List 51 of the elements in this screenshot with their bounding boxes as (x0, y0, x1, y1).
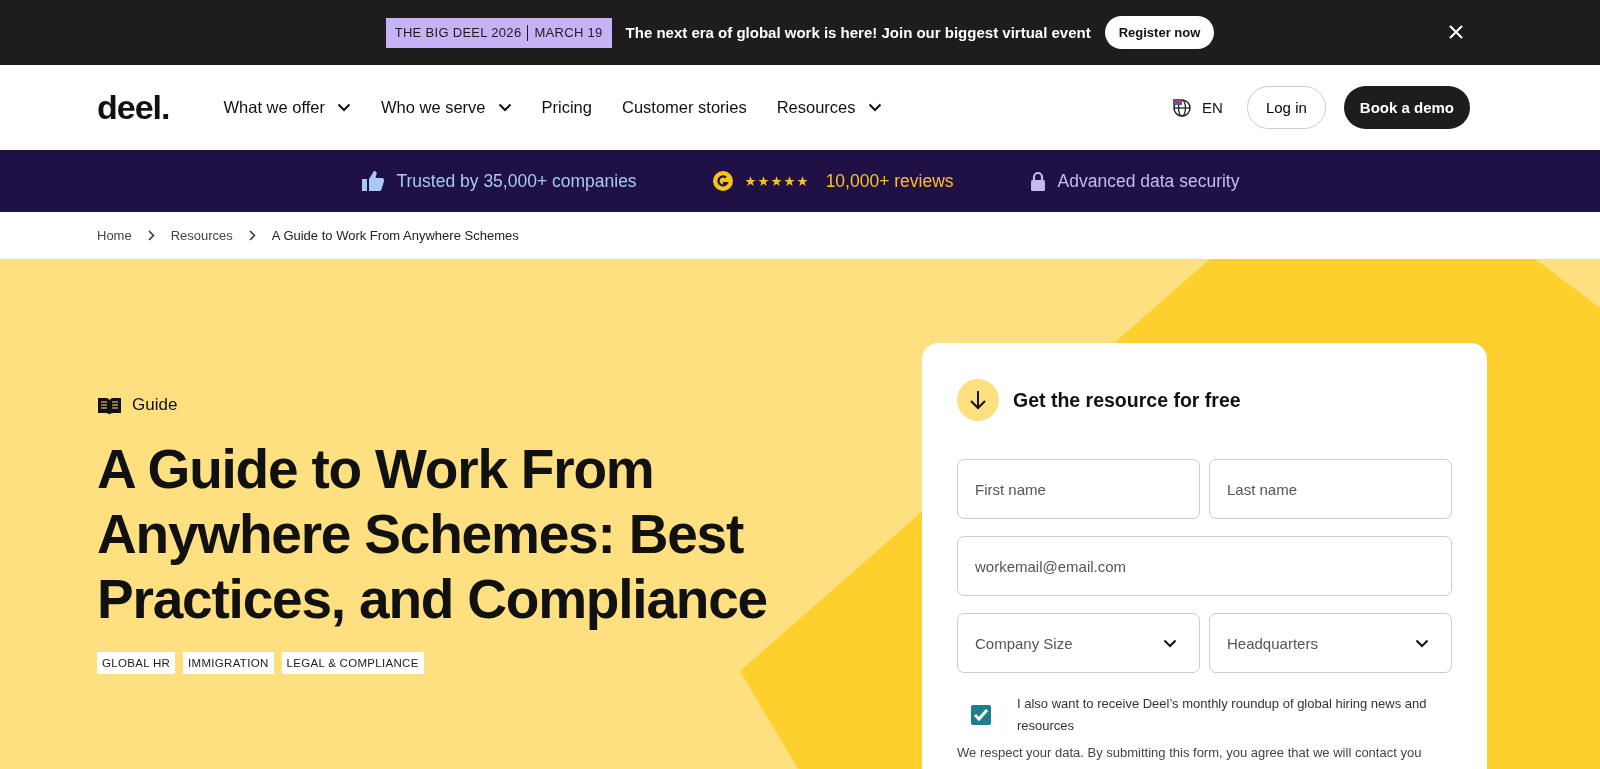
chevron-right-icon (147, 230, 155, 241)
input-field[interactable]: First name (957, 459, 1200, 519)
logo[interactable]: deel. (97, 88, 170, 127)
breadcrumb-link[interactable]: A Guide to Work From Anywhere Schemes (271, 228, 519, 243)
globe-icon[interactable] (1172, 97, 1193, 118)
input-field[interactable]: workemail@email.com (957, 536, 1452, 596)
dropdown-field[interactable]: Headquarters (1209, 613, 1452, 673)
consent-label: I also want to receive Deel’s monthly roundup of global hiring news and resources (1017, 695, 1428, 735)
star-icon (770, 175, 782, 187)
thumbs-up-icon (360, 170, 385, 192)
topic-tag[interactable]: IMMIGRATION (183, 652, 274, 674)
language-selector[interactable]: EN (1202, 99, 1223, 116)
nav-link[interactable]: Pricing (541, 98, 592, 117)
form-title: Get the resource for free (1013, 388, 1241, 412)
lock-icon (1029, 171, 1046, 191)
topic-tag[interactable]: LEGAL & COMPLIANCE (281, 652, 424, 674)
chevron-down-icon[interactable] (867, 103, 882, 112)
reviews-text: 10,000+ reviews (825, 170, 954, 192)
login-button[interactable]: Log in (1246, 86, 1326, 129)
event-date: MARCH 19 (534, 25, 603, 40)
close-icon[interactable] (1448, 24, 1464, 40)
breadcrumb-link[interactable]: Resources (170, 228, 233, 243)
star-icon (757, 175, 769, 187)
privacy-notice: We respect your data. By submitting this form, you agree that we will contact you (957, 745, 1423, 760)
breadcrumb-link[interactable]: Home (97, 228, 132, 243)
book-demo-button[interactable]: Book a demo (1343, 86, 1470, 129)
security-text: Advanced data security (1057, 170, 1240, 192)
trust-text: Trusted by 35,000+ companies (396, 170, 637, 192)
chevron-right-icon (248, 230, 256, 241)
announcement-text: The next era of global work is here! Join our biggest virtual event (625, 24, 1091, 41)
chevron-down-icon[interactable] (337, 103, 351, 112)
star-icon (783, 175, 795, 187)
checkbox[interactable] (971, 705, 991, 725)
chevron-down-icon[interactable] (1415, 638, 1429, 648)
star-icon (796, 175, 808, 187)
content-type-label: Guide (132, 395, 178, 415)
g2-logo-icon (712, 171, 733, 191)
chevron-down-icon[interactable] (1163, 638, 1177, 648)
chevron-down-icon[interactable] (497, 103, 512, 112)
nav-link[interactable]: Who we serve (381, 98, 512, 117)
open-book-icon (97, 395, 122, 415)
register-button[interactable]: Register now (1104, 16, 1215, 49)
nav-link[interactable]: Customer stories (621, 98, 747, 117)
dropdown-field[interactable]: Company Size (957, 613, 1200, 673)
nav-link[interactable]: Resources (776, 98, 882, 117)
topic-tag[interactable]: GLOBAL HR (97, 652, 176, 674)
input-field[interactable]: Last name (1209, 459, 1452, 519)
event-name: THE BIG DEEL 2026 (394, 25, 522, 40)
nav-link[interactable]: What we offer (223, 98, 351, 117)
page-title: A Guide to Work From Anywhere Schemes: Best Practices, and Compliance (97, 437, 768, 632)
star-icon (744, 175, 756, 187)
